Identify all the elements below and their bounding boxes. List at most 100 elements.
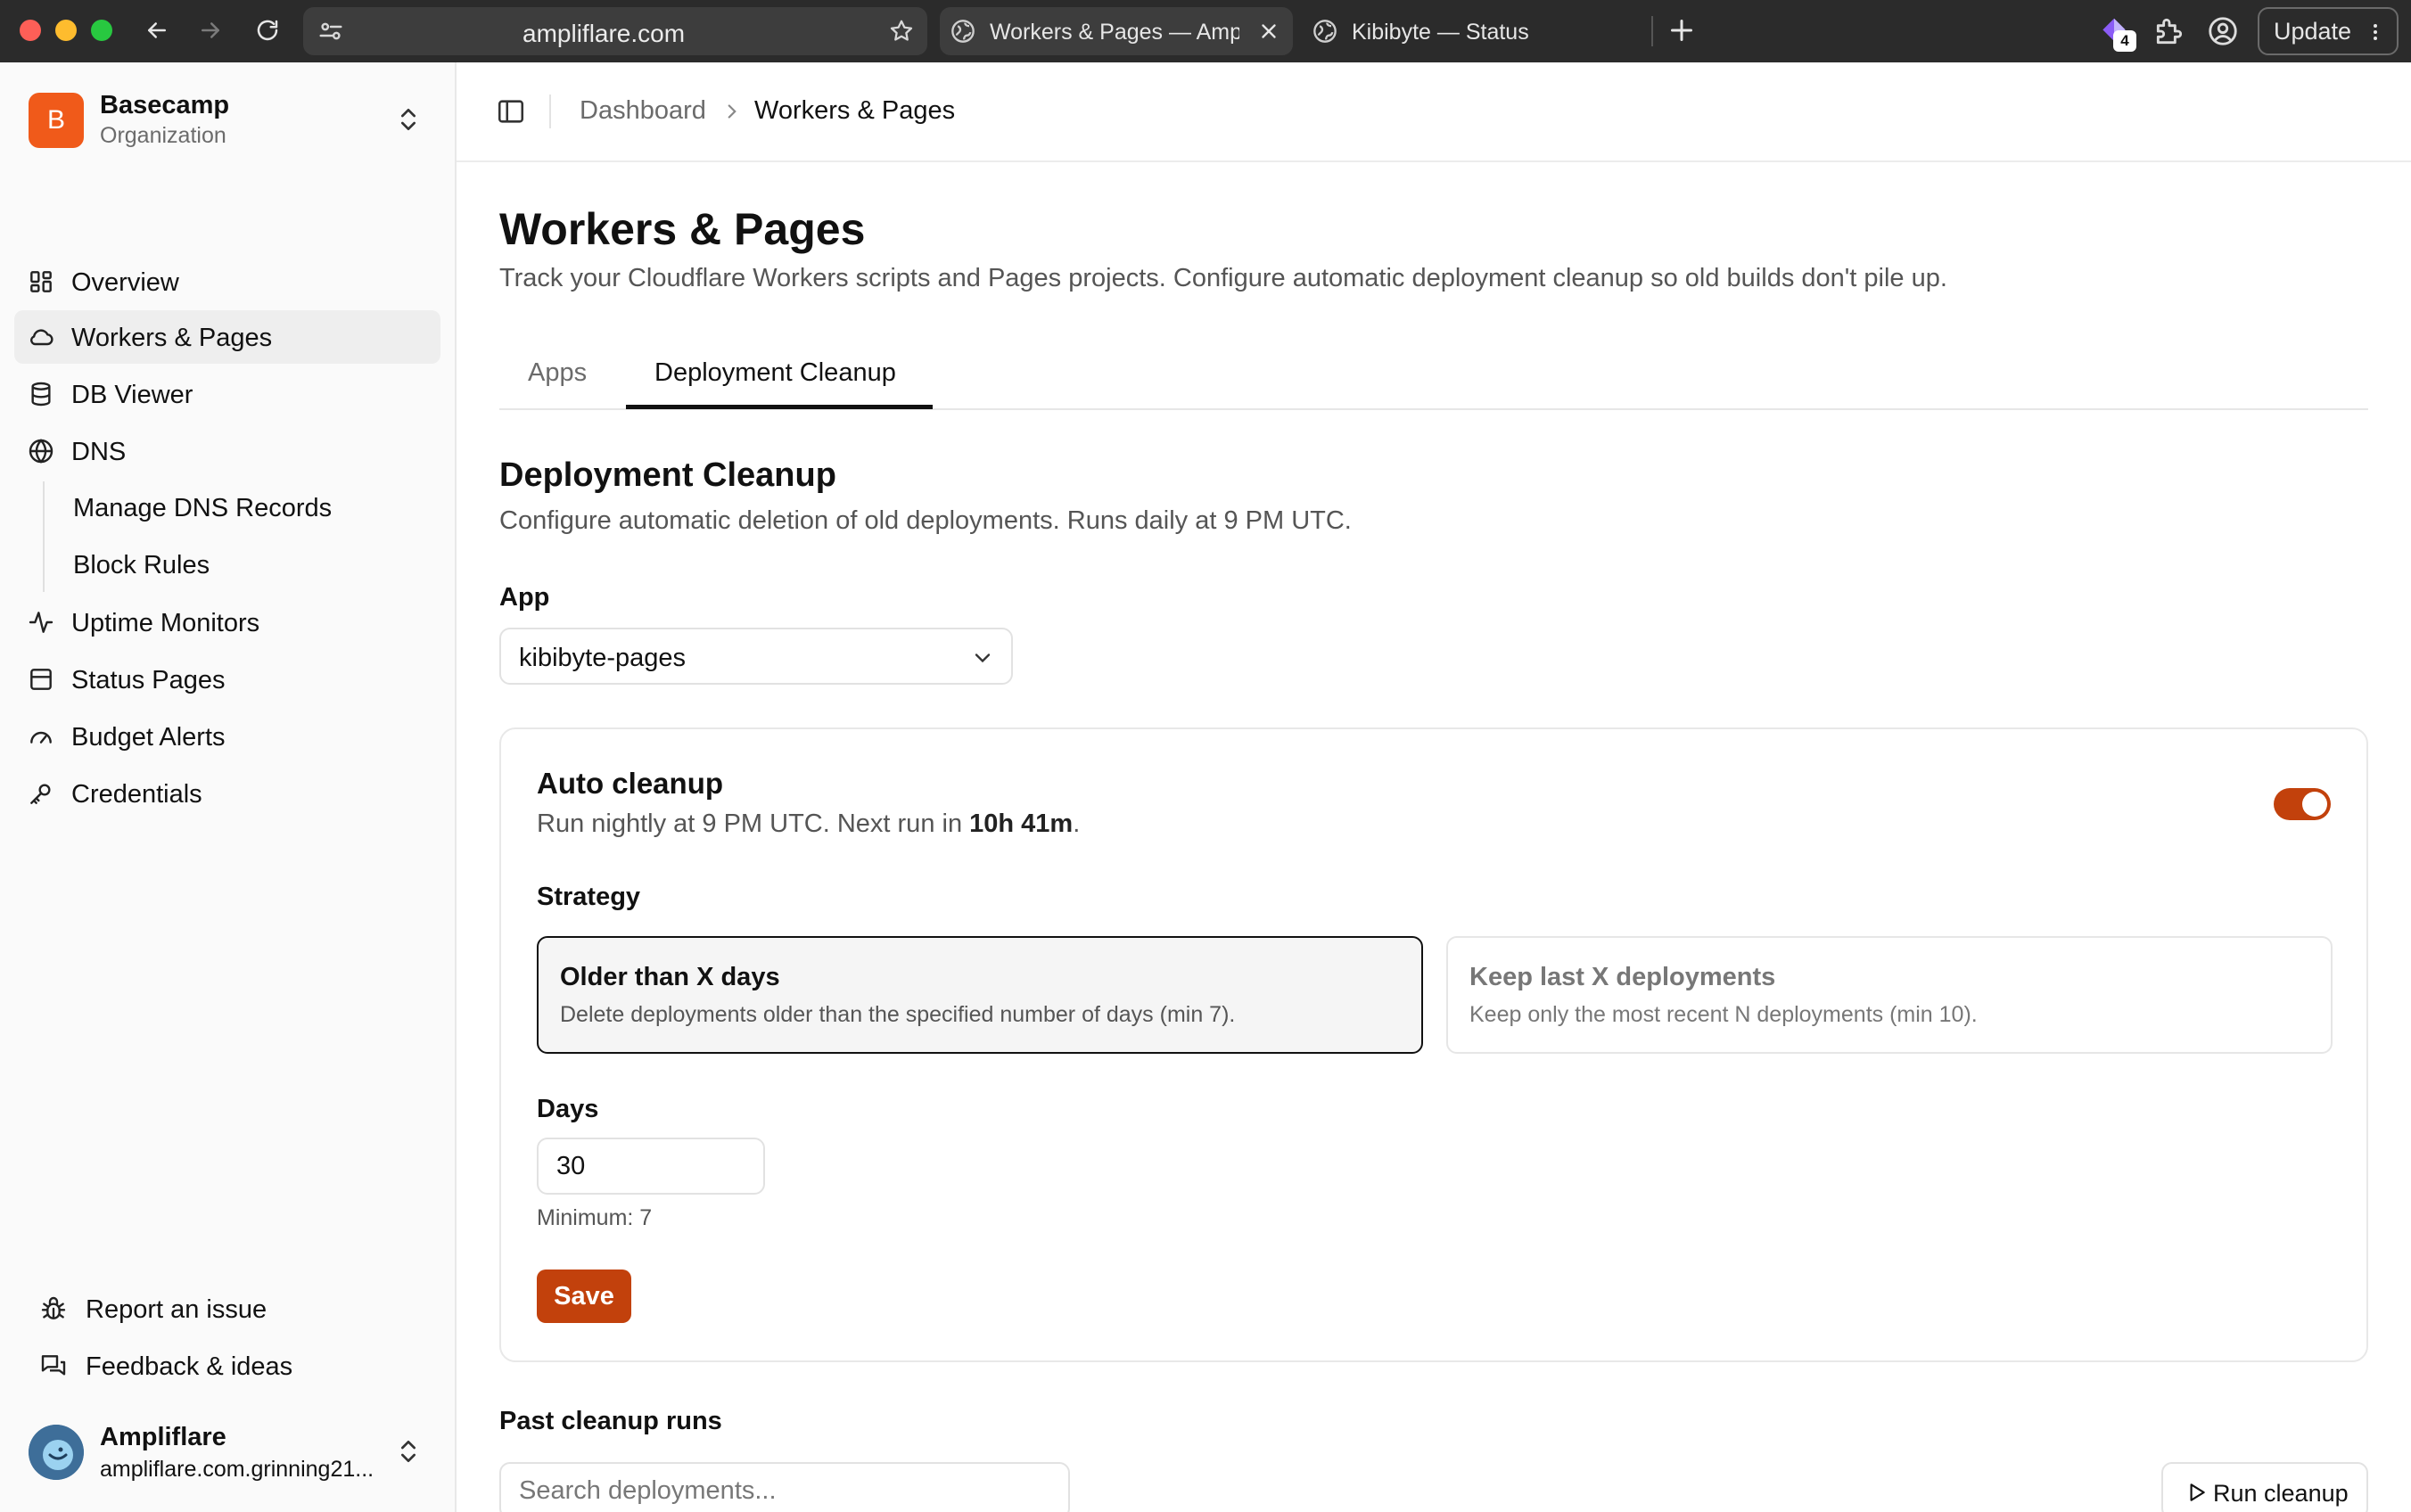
play-icon <box>2185 1481 2208 1504</box>
close-tab-icon[interactable] <box>1257 20 1280 43</box>
header: Dashboard Workers & Pages <box>457 62 2411 162</box>
sidebar-toggle-icon[interactable] <box>496 96 526 127</box>
key-icon <box>27 779 55 808</box>
org-subtitle: Organization <box>100 123 226 148</box>
strategy-option-keep-last-deployments[interactable]: Keep last X deployments Keep only the mo… <box>1446 936 2333 1054</box>
report-issue-link[interactable]: Report an issue <box>27 1282 430 1335</box>
page-title: Workers & Pages <box>499 204 866 254</box>
sidebar-item-label: Manage DNS Records <box>73 493 333 522</box>
bug-icon <box>39 1294 68 1323</box>
tab-apps[interactable]: Apps <box>528 358 587 388</box>
past-runs-title: Past cleanup runs <box>499 1407 722 1435</box>
chevron-down-icon <box>970 645 995 670</box>
minimize-window-button[interactable] <box>55 20 77 41</box>
section-subtitle: Configure automatic deletion of old depl… <box>499 506 1352 535</box>
bookmark-star-icon[interactable] <box>888 18 915 45</box>
site-settings-icon[interactable] <box>317 18 344 45</box>
close-window-button[interactable] <box>20 20 41 41</box>
next-run-time: 10h 41m <box>969 809 1074 838</box>
sidebar-item-overview[interactable]: Overview <box>14 255 440 308</box>
sidebar-item-label: Block Rules <box>73 550 210 579</box>
org-avatar: B <box>29 93 84 148</box>
search-deployments-input[interactable] <box>499 1462 1070 1512</box>
save-button[interactable]: Save <box>537 1270 631 1323</box>
section-title: Deployment Cleanup <box>499 456 836 494</box>
globe-icon <box>950 19 975 44</box>
sidebar: B Basecamp Organization Overview Workers… <box>0 62 457 1512</box>
chevron-right-icon <box>720 100 744 123</box>
address-bar[interactable]: ampliflare.com <box>303 7 927 55</box>
sidebar-item-status-pages[interactable]: Status Pages <box>14 653 440 706</box>
tab-divider <box>1651 16 1653 46</box>
days-label: Days <box>537 1095 599 1123</box>
zoom-window-button[interactable] <box>91 20 112 41</box>
url-text[interactable]: ampliflare.com <box>523 20 685 48</box>
sidebar-item-uptime-monitors[interactable]: Uptime Monitors <box>14 596 440 649</box>
auto-cleanup-toggle[interactable] <box>2274 788 2331 820</box>
more-vertical-icon[interactable] <box>2365 21 2386 43</box>
avatar <box>29 1425 84 1480</box>
user-menu[interactable]: Ampliflare ampliflare.com.grinning21... <box>27 1418 430 1489</box>
app-select[interactable]: kibibyte-pages <box>499 628 1013 685</box>
tab-title: Kibibyte — Status <box>1352 20 1529 45</box>
sidebar-item-label: Workers & Pages <box>71 324 273 352</box>
sidebar-item-label: DB Viewer <box>71 381 193 409</box>
grid-icon <box>27 267 55 296</box>
sidebar-item-block-rules[interactable]: Block Rules <box>59 538 210 592</box>
database-icon <box>27 380 55 408</box>
card-title: Auto cleanup <box>537 767 724 800</box>
globe-icon <box>27 437 55 465</box>
profile-icon[interactable] <box>2206 14 2240 48</box>
breadcrumb-dashboard[interactable]: Dashboard <box>580 96 706 126</box>
chevrons-up-down-icon[interactable] <box>394 105 423 134</box>
chat-icon <box>39 1352 68 1380</box>
strategy-option-older-than-days[interactable]: Older than X days Delete deployments old… <box>537 936 1423 1054</box>
sidebar-item-label: Feedback & ideas <box>86 1352 293 1381</box>
forward-arrow-icon[interactable] <box>193 12 228 48</box>
divider <box>549 94 551 128</box>
schedule-text: Run nightly at 9 PM UTC. Next run in <box>537 809 970 838</box>
sidebar-item-budget-alerts[interactable]: Budget Alerts <box>14 710 440 763</box>
back-arrow-icon[interactable] <box>139 12 175 48</box>
app-window: ampliflare.com Workers & Pages — Amplifl… <box>0 0 2411 1512</box>
app-select-value: kibibyte-pages <box>519 644 686 672</box>
browser-tab[interactable]: Kibibyte — Status <box>1302 7 1650 55</box>
run-cleanup-button[interactable]: Run cleanup <box>2161 1462 2368 1512</box>
sidebar-item-label: Credentials <box>71 780 202 809</box>
breadcrumb-current: Workers & Pages <box>754 96 956 125</box>
sidebar-item-manage-dns-records[interactable]: Manage DNS Records <box>59 481 332 535</box>
sidebar-item-dns[interactable]: DNS <box>14 424 440 478</box>
sidebar-item-credentials[interactable]: Credentials <box>14 767 440 820</box>
cloud-icon <box>27 323 55 351</box>
sidebar-item-db-viewer[interactable]: DB Viewer <box>14 367 440 421</box>
extension-badge: 4 <box>2113 30 2136 52</box>
toggle-knob <box>2302 792 2327 817</box>
user-email: ampliflare.com.grinning21... <box>100 1457 374 1482</box>
sidebar-item-workers-pages[interactable]: Workers & Pages <box>14 310 440 364</box>
sidebar-item-label: Overview <box>71 268 179 297</box>
browser-update-button[interactable]: Update <box>2258 7 2399 55</box>
feedback-link[interactable]: Feedback & ideas <box>27 1339 430 1393</box>
auto-cleanup-card: Auto cleanup Run nightly at 9 PM UTC. Ne… <box>499 727 2368 1362</box>
sidebar-item-label: Budget Alerts <box>71 723 226 752</box>
reload-icon[interactable] <box>250 12 285 48</box>
days-hint: Minimum: 7 <box>537 1205 653 1230</box>
sidebar-item-label: Report an issue <box>86 1295 267 1324</box>
option-title: Older than X days <box>560 963 780 991</box>
org-switcher[interactable]: B Basecamp Organization <box>27 87 430 152</box>
days-input[interactable] <box>537 1138 765 1195</box>
new-tab-plus-icon[interactable] <box>1666 14 1698 46</box>
sidebar-item-label: Uptime Monitors <box>71 609 260 637</box>
extensions-puzzle-icon[interactable] <box>2152 14 2186 48</box>
browser-tab-active[interactable]: Workers & Pages — Ampliflare <box>940 7 1293 55</box>
submenu-rail <box>43 481 45 592</box>
user-name: Ampliflare <box>100 1423 226 1451</box>
layout-icon <box>27 665 55 694</box>
tab-title: Workers & Pages — Ampliflare <box>990 20 1239 45</box>
tab-deployment-cleanup[interactable]: Deployment Cleanup <box>654 358 896 388</box>
sidebar-item-label: Status Pages <box>71 666 226 694</box>
sidebar-item-label: DNS <box>71 438 127 466</box>
chevrons-up-down-icon[interactable] <box>394 1437 423 1466</box>
option-description: Delete deployments older than the specif… <box>560 1002 1236 1027</box>
strategy-label: Strategy <box>537 883 641 911</box>
